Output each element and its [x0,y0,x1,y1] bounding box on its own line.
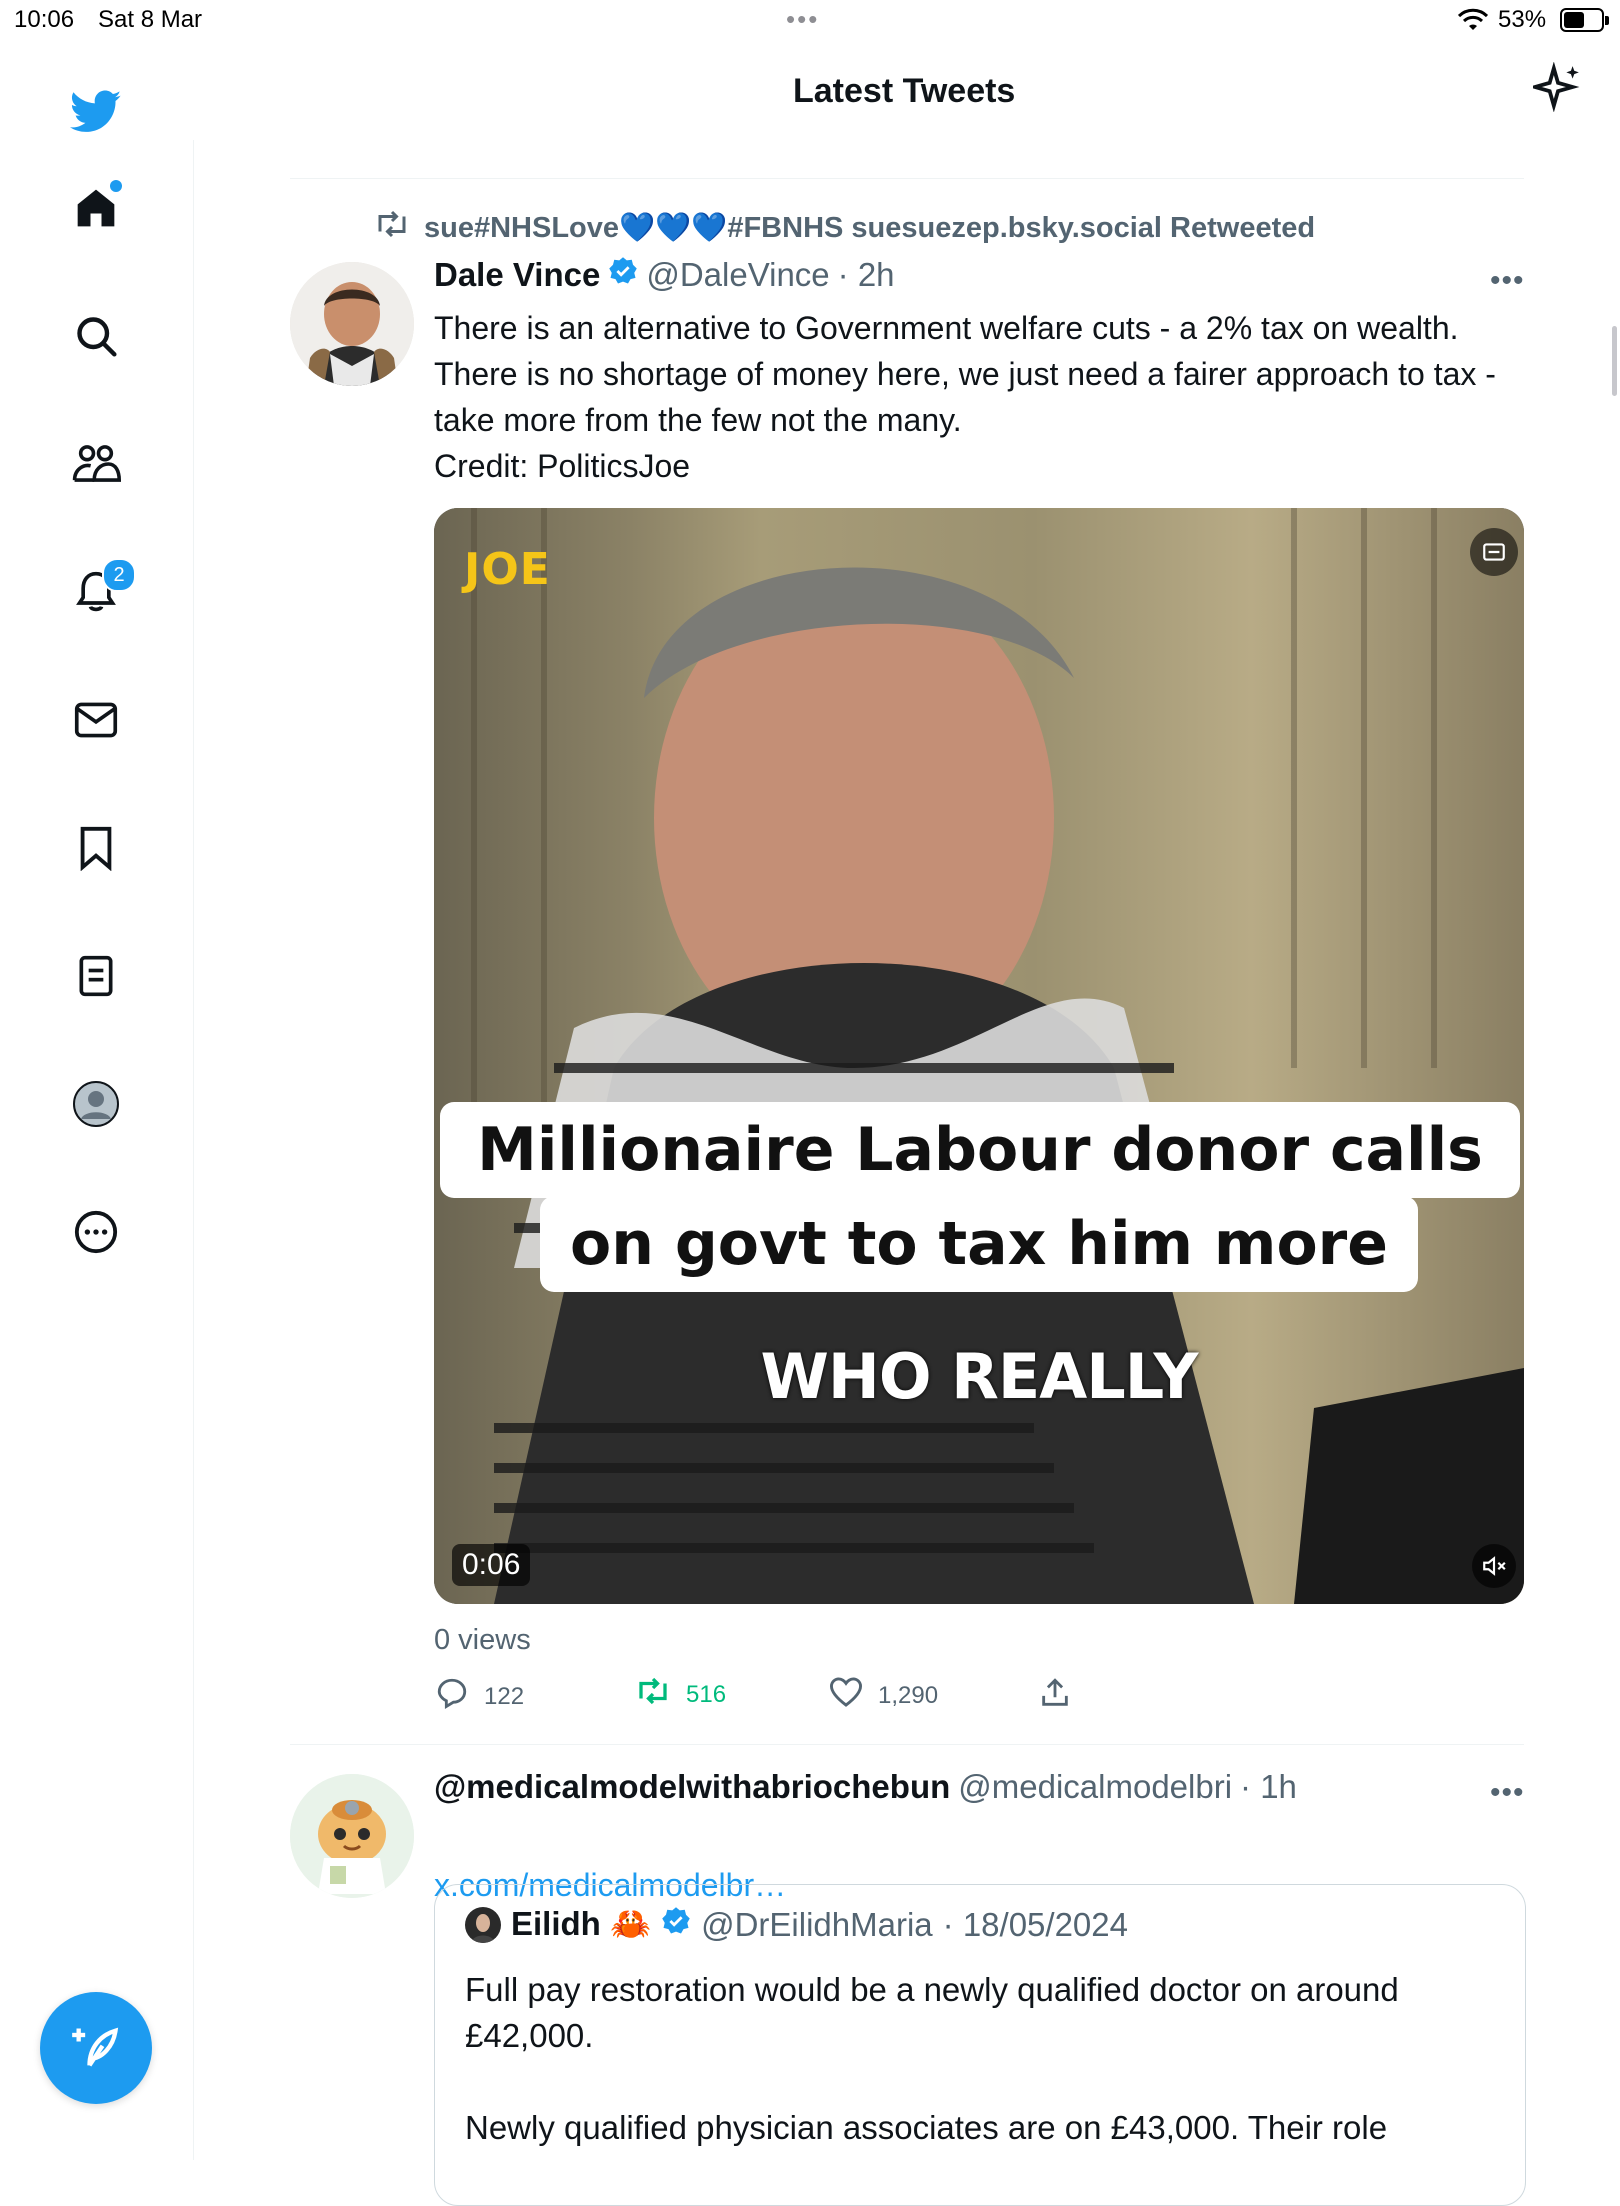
verified-badge-icon [608,256,638,294]
tweet-body: There is an alternative to Government we… [434,310,1496,484]
notifications-icon[interactable]: 2 [70,558,136,618]
author-handle[interactable]: @DaleVince [646,256,829,294]
share-icon [1038,1676,1072,1717]
tweet2-author-row: @medicalmodelwithabriochebun @medicalmod… [434,1768,1297,1806]
profile-avatar-icon[interactable] [70,1078,122,1130]
compose-tweet-button[interactable] [40,1992,152,2104]
battery-percent: 53% [1498,6,1547,33]
quoted-tweet-date: · 18/05/2024 [942,1905,1128,1943]
medicalmodel-avatar[interactable] [290,1774,414,1898]
retweet-count: 516 [686,1680,727,1708]
retweet-button[interactable]: 516 [634,1676,726,1713]
search-icon[interactable] [70,310,122,362]
tweet-video[interactable]: JOE Millionaire Labour donor calls on go… [434,508,1524,1604]
tweet2-time[interactable]: · 1h [1240,1768,1297,1806]
retweeted-by-label: sue#NHSLove💙💙💙#FBNHS suesuezep.bsky.soci… [424,212,1316,244]
lists-icon[interactable] [70,950,122,1002]
video-caption-line2: on govt to tax him more [540,1196,1418,1292]
quoted-verified-badge-icon [661,1906,691,1944]
sparkle-icon[interactable] [1528,61,1583,117]
video-subtitle: WHO REALLY [760,1340,1199,1413]
twitter-logo-icon[interactable] [70,86,122,138]
retweet-context[interactable]: sue#NHSLove💙💙💙#FBNHS suesuezep.bsky.soci… [374,208,1315,248]
tweet2-author-name[interactable]: @medicalmodelwithabriochebun [434,1768,950,1806]
messages-icon[interactable] [70,694,122,746]
reply-button[interactable]: 122 [434,1676,524,1717]
tweet-divider [290,1744,1524,1745]
quoted-author-handle: @DrEilidhMaria [701,1905,933,1943]
joe-logo: JOE [464,544,551,595]
bookmarks-icon[interactable] [70,822,122,874]
author-name[interactable]: Dale Vince [434,256,600,294]
status-bar: 10:06 Sat 8 Mar ••• 53% [0,0,1620,40]
tweet2-author-handle[interactable]: @medicalmodelbri [958,1768,1232,1806]
tweet-actions: 122 516 1,290 [434,1676,1524,1722]
notifications-badge: 2 [102,558,136,592]
quoted-author-name: Eilidh 🦀 [511,1905,652,1942]
mute-icon[interactable] [1472,1544,1516,1588]
status-date: Sat 8 Mar [98,6,203,33]
status-time: 10:06 [14,6,75,33]
tweet-divider [290,178,1524,179]
video-caption-line1: Millionaire Labour donor calls [440,1102,1520,1198]
quoted-tweet-body: Full pay restoration would be a newly qu… [465,1971,1399,2146]
like-button[interactable]: 1,290 [828,1676,938,1715]
tweet-time[interactable]: · 2h [838,256,895,294]
eilidh-avatar [465,1906,501,1943]
heart-icon [828,1676,864,1715]
communities-icon[interactable] [70,438,122,490]
tweet-more-options-icon[interactable]: ••• [1490,264,1525,298]
home-unread-dot [110,180,122,192]
multitasking-dots-icon[interactable]: ••• [786,4,819,35]
tweet2-more-options-icon[interactable]: ••• [1490,1776,1525,1810]
video-duration: 0:06 [452,1544,531,1586]
quoted-tweet[interactable]: Eilidh 🦀 @DrEilidhMaria · 18/05/2024 Ful… [434,1884,1526,2206]
tweet-author-row: Dale Vince @DaleVince · 2h [434,256,895,294]
retweet-icon [374,209,410,247]
timeline-header: Latest Tweets [193,40,1620,140]
scrollbar[interactable] [1612,326,1617,396]
view-count: 0 views [434,1624,531,1656]
more-options-icon[interactable] [70,1206,122,1258]
video-still-image [471,508,1524,1604]
wifi-icon [1457,8,1489,37]
home-icon[interactable] [70,180,122,234]
retweet-action-icon [634,1676,672,1713]
video-settings-icon[interactable] [1470,528,1518,576]
reply-count: 122 [484,1682,525,1710]
page-title: Latest Tweets [793,72,1016,110]
like-count: 1,290 [878,1681,939,1709]
share-button[interactable] [1038,1676,1072,1717]
battery-icon [1560,8,1609,32]
sidebar: 2 [0,40,194,2160]
dale-vince-avatar[interactable] [290,262,414,386]
quoted-tweet-header: Eilidh 🦀 @DrEilidhMaria · 18/05/2024 [465,1905,1128,1944]
reply-icon [434,1676,470,1717]
